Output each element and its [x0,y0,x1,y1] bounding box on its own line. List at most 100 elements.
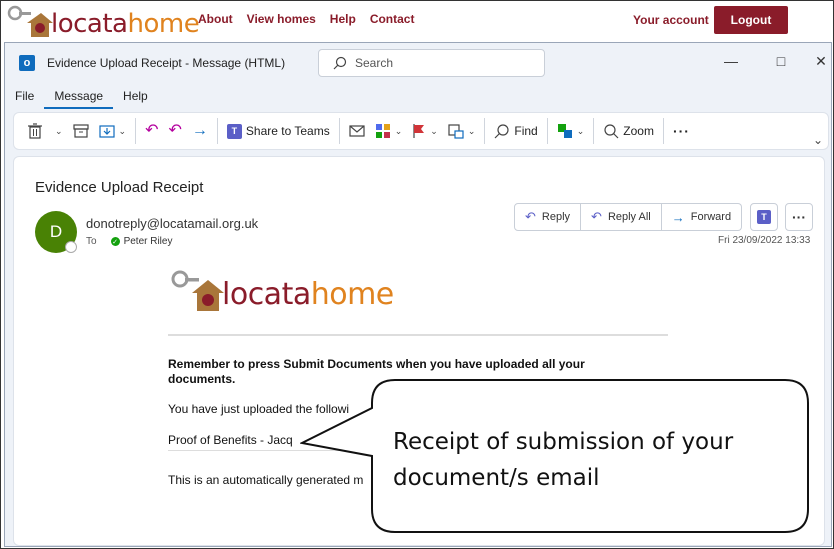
callout-text: Receipt of submission of your document/s… [393,429,734,491]
expand-ribbon-button[interactable]: ⌄ [808,125,828,155]
search-input[interactable]: Search [318,49,545,77]
forward-toolbar-button[interactable]: → [187,116,213,146]
nav-view-homes[interactable]: View homes [247,12,316,26]
nav-help[interactable]: Help [330,12,356,26]
archive-button[interactable] [68,116,94,146]
reply-all-label: Reply All [607,211,651,223]
recipient-line: To ✓ Peter Riley [86,236,172,247]
maximize-icon[interactable]: □ [771,53,791,69]
zoom-icon [604,124,619,139]
outlook-app-icon: o [19,55,35,71]
forward-label: Forward [690,211,732,223]
logout-button[interactable]: Logout [714,6,788,34]
house-key-logo-icon [7,5,53,37]
toolbar-divider [662,118,664,144]
divider [168,334,668,336]
tab-file[interactable]: File [5,89,44,109]
site-nav: About View homes Help Contact [198,12,414,26]
translate-icon [557,124,572,138]
chevron-down-icon: ⌄ [55,125,63,136]
nav-about[interactable]: About [198,12,233,26]
teams-chat-button[interactable]: T [750,203,778,231]
ellipsis-icon: ··· [672,123,690,139]
ellipsis-icon: ··· [792,209,806,225]
reply-button[interactable]: ↶ Reply [514,203,582,231]
more-options-button[interactable]: ··· [668,116,695,146]
reply-all-button[interactable]: ↶ Reply All [581,203,662,231]
reply-toolbar-button[interactable]: ↶ [140,116,163,146]
toolbar-divider [484,118,486,144]
flag-button[interactable]: ⌄ [407,116,443,146]
chevron-down-icon: ⌄ [467,125,476,136]
minimize-icon[interactable]: — [721,53,741,69]
presence-status-icon [65,241,77,253]
toolbar-divider [338,118,340,144]
toolbar-divider [216,118,218,144]
site-header: locatahome About View homes Help Contact… [1,1,833,39]
nav-contact[interactable]: Contact [370,12,415,26]
share-to-teams-label: Share to Teams [245,124,330,138]
delete-button[interactable]: ⌄ [22,116,68,146]
chevron-down-icon: ⌄ [812,133,823,147]
tab-help[interactable]: Help [113,89,158,109]
logo-wordmark: locatahome [51,9,200,39]
tab-message[interactable]: Message [44,89,114,109]
zoom-label: Zoom [623,124,654,138]
reply-all-icon: ↶ [591,209,602,224]
search-placeholder: Search [355,56,394,70]
forward-icon: → [191,122,208,139]
find-icon [494,124,509,139]
translate-button[interactable]: ⌄ [552,116,590,146]
received-date: Fri 23/09/2022 13:33 [718,235,811,246]
toolbar-divider [593,118,595,144]
mark-unread-button[interactable] [344,116,370,146]
available-status-icon: ✓ [110,237,120,246]
chevron-down-icon: ⌄ [430,125,438,136]
find-button[interactable]: Find [489,116,542,146]
chevron-down-icon: ⌄ [394,125,403,136]
sender-address[interactable]: donotreply@locatamail.org.uk [86,216,258,231]
trash-icon [28,123,42,139]
rules-button[interactable]: ⌄ [443,116,481,146]
house-key-logo-icon [171,270,224,311]
ribbon-tabs: File Message Help [5,89,158,109]
search-icon [333,56,347,70]
teams-icon: T [226,123,242,139]
close-icon[interactable]: ✕ [811,53,831,70]
reply-label: Reply [541,211,571,223]
flag-icon [413,124,425,138]
your-account-link[interactable]: Your account [633,13,709,27]
forward-icon: → [671,209,685,225]
teams-icon: T [757,210,771,224]
message-actions: ↶ Reply ↶ Reply All → Forward [514,203,743,231]
reply-icon: ↶ [525,209,536,224]
forward-button[interactable]: → Forward [661,203,743,231]
reply-all-toolbar-button[interactable]: ↶ [164,116,187,146]
archive-icon [72,124,89,138]
title-bar: o Evidence Upload Receipt - Message (HTM… [5,43,831,83]
move-button[interactable]: ⌄ [94,116,132,146]
recipient-name[interactable]: Peter Riley [124,236,173,247]
ribbon-toolbar: ⌄ ⌄ ↶ ↶ → T Share to Teams ⌄ ⌄ ⌄ Find ⌄ … [13,112,829,150]
envelope-icon [349,125,365,137]
reply-all-icon: ↶ [168,122,182,139]
move-to-folder-icon [98,125,115,138]
zoom-button[interactable]: Zoom [598,116,659,146]
more-actions-button[interactable]: ··· [785,203,813,231]
uploaded-document-item: Proof of Benefits - Jacq [168,433,293,447]
to-label: To [86,236,97,247]
categorize-icon [375,124,390,138]
reply-icon: ↶ [145,122,159,139]
find-label: Find [514,124,538,138]
categorize-button[interactable]: ⌄ [370,116,408,146]
share-to-teams-button[interactable]: T Share to Teams [222,116,335,146]
chevron-down-icon: ⌄ [576,125,585,136]
chevron-down-icon: ⌄ [118,125,127,136]
site-logo[interactable]: locatahome [5,3,200,39]
toolbar-divider [546,118,548,144]
window-title: Evidence Upload Receipt - Message (HTML) [47,56,286,70]
toolbar-divider [135,118,137,144]
rules-icon [448,124,464,139]
email-subject: Evidence Upload Receipt [35,179,204,196]
email-logo: locatahome [168,269,394,313]
